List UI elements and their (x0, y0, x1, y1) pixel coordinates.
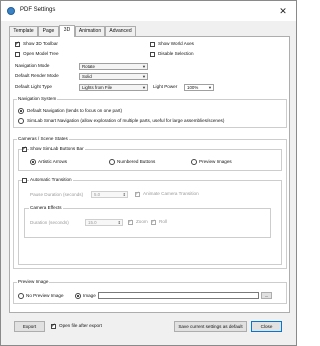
open-file-after-export-label: Open file after export (59, 323, 102, 328)
image-path-input[interactable] (98, 292, 259, 299)
pdf-settings-window: PDF Settings ✕ Template Page 3D Animatio… (0, 0, 297, 346)
show-buttons-bar-label: Show SimLab Buttons Bar (29, 146, 85, 152)
show-3d-toolbar-checkbox[interactable] (15, 41, 20, 47)
disable-selection-label: Disable Selection (158, 51, 194, 56)
roll-checkbox[interactable] (151, 219, 156, 225)
show-world-axes-checkbox[interactable] (150, 42, 155, 47)
light-power-select[interactable]: 100% ▼ (184, 84, 214, 91)
default-navigation-radio[interactable] (18, 108, 24, 114)
navigation-mode-value: Rotate (82, 64, 95, 69)
render-mode-select[interactable]: Solid ▼ (79, 73, 148, 80)
cameras-title: Cameras / Scene States (17, 136, 69, 142)
show-world-axes-label: Show World Axes (158, 41, 194, 46)
navigation-system-title: Navigation System (17, 96, 58, 102)
automatic-transition-checkbox[interactable] (22, 178, 27, 183)
tab-panel-3d: Show 3D Toolbar Open Model Tree Show Wor… (9, 36, 290, 313)
roll-label: Roll (159, 219, 167, 224)
preview-images-radio[interactable] (191, 159, 197, 165)
chevron-down-icon: ▼ (142, 85, 146, 90)
camera-effects-title: Camera Effects (29, 205, 63, 211)
light-power-value: 100% (187, 85, 199, 90)
browse-button[interactable]: ... (261, 292, 272, 299)
pause-duration-value: 5.0 (94, 192, 101, 197)
render-mode-label: Default Render Mode (15, 73, 59, 78)
image-radio[interactable] (75, 293, 81, 299)
pause-duration-label: Pause Duration (seconds) (30, 192, 84, 197)
disable-selection-checkbox[interactable] (150, 52, 155, 57)
smart-navigation-label: SimLab Smart Navigation (allow explorati… (27, 118, 225, 123)
light-type-select[interactable]: Lights from File ▼ (79, 84, 148, 91)
zoom-checkbox[interactable] (128, 219, 133, 225)
image-label: Image (83, 293, 96, 298)
tab-3d[interactable]: 3D (59, 25, 75, 37)
render-mode-value: Solid (82, 74, 92, 79)
no-preview-image-label: No Preview Image (26, 293, 64, 298)
no-preview-image-radio[interactable] (18, 293, 24, 299)
open-model-tree-checkbox[interactable] (15, 52, 20, 57)
chevron-down-icon: ▼ (208, 85, 212, 90)
show-buttons-bar-checkbox[interactable] (22, 146, 27, 152)
pause-duration-spinner[interactable]: 5.0 ⇕ (91, 191, 128, 198)
preview-image-title: Preview Image (17, 279, 50, 285)
export-button[interactable]: Export (14, 321, 45, 332)
artistic-arrows-radio[interactable] (30, 159, 36, 165)
navigation-mode-select[interactable]: Rotate ▼ (79, 63, 148, 70)
numbered-buttons-radio[interactable] (109, 159, 115, 165)
spinner-icon: ⇕ (122, 192, 126, 197)
light-power-label: Light Power (153, 84, 178, 89)
spinner-icon: ⇕ (117, 220, 121, 225)
close-button[interactable]: Close (251, 321, 282, 332)
duration-label: Duration (seconds) (30, 220, 69, 225)
duration-value: 15.0 (88, 220, 97, 225)
tab-template[interactable]: Template (9, 26, 38, 36)
animate-transition-checkbox[interactable] (135, 191, 140, 197)
animate-transition-label: Animate Camera Transition (143, 191, 199, 196)
show-3d-toolbar-label: Show 3D Toolbar (23, 41, 58, 46)
automatic-transition-label: Automatic Transition (29, 177, 73, 183)
title-bar: PDF Settings ✕ (1, 1, 296, 21)
open-model-tree-label: Open Model Tree (23, 51, 59, 56)
smart-navigation-radio[interactable] (18, 118, 24, 124)
navigation-mode-label: Navigation Mode (15, 63, 50, 68)
light-type-value: Lights from File (82, 85, 113, 90)
tab-advanced[interactable]: Advanced (105, 26, 136, 36)
light-type-label: Default Light Type (15, 84, 52, 89)
duration-spinner[interactable]: 15.0 ⇕ (85, 219, 123, 226)
numbered-buttons-label: Numbered Buttons (117, 159, 156, 164)
artistic-arrows-label: Artistic Arrows (38, 159, 68, 164)
preview-images-label: Preview Images (199, 159, 232, 164)
tab-page[interactable]: Page (38, 26, 59, 36)
close-icon[interactable]: ✕ (276, 4, 290, 18)
open-file-after-export-checkbox[interactable] (51, 323, 56, 329)
save-default-button[interactable]: Save current settings as default (174, 321, 247, 332)
chevron-down-icon: ▼ (142, 64, 146, 69)
tab-animation[interactable]: Animation (75, 26, 105, 36)
zoom-label: Zoom (136, 219, 148, 224)
app-icon (7, 7, 15, 15)
chevron-down-icon: ▼ (142, 74, 146, 79)
default-navigation-label: Default Navigation (tends to focus on on… (27, 108, 122, 113)
window-title: PDF Settings (20, 7, 56, 13)
